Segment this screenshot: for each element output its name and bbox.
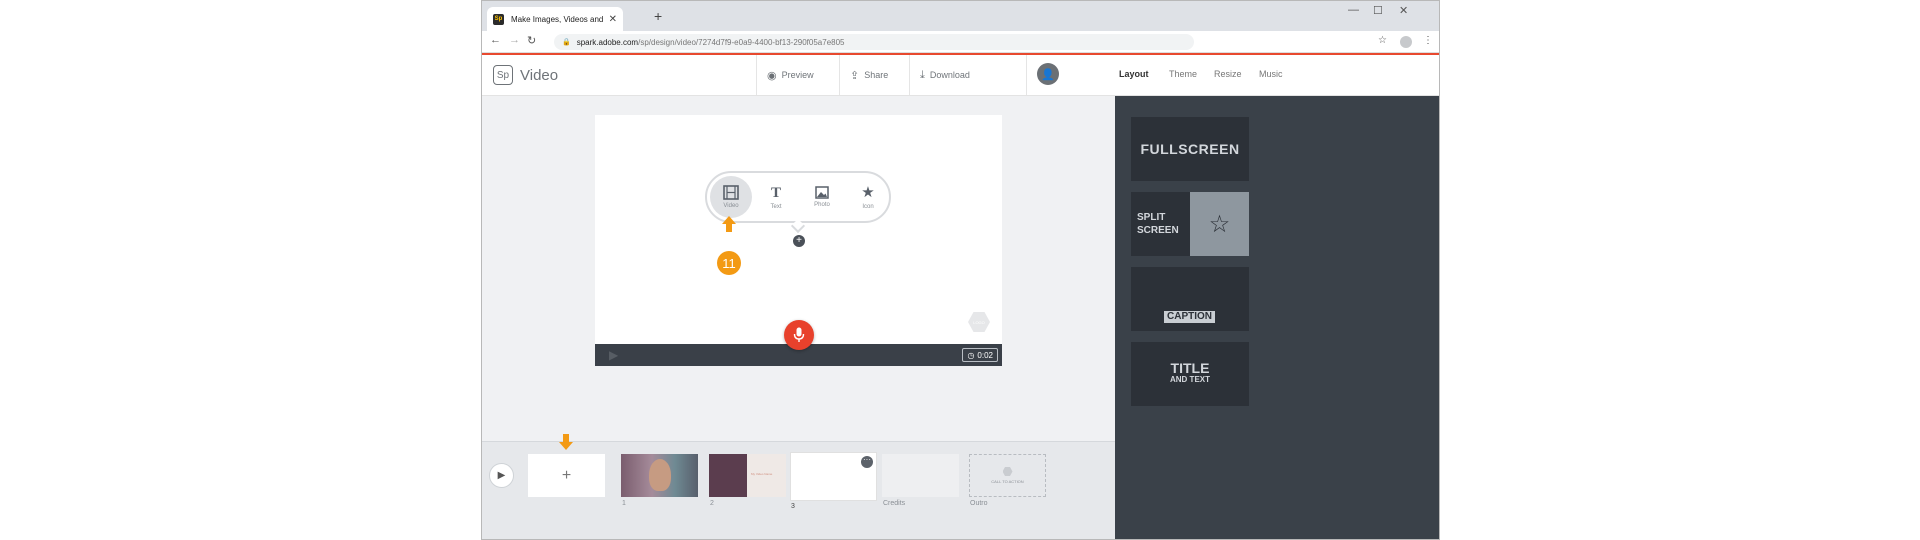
preview-button[interactable]: ◉ Preview [756,55,839,95]
arrow-down-icon [559,434,573,450]
hexagon-logo-icon [1002,467,1013,476]
invite-collaborator-icon[interactable]: 👤 [1037,63,1059,85]
add-photo-option[interactable]: Photo [800,173,844,221]
duration-value: 0:02 [977,350,993,360]
image-icon [815,186,829,199]
bookmark-star-icon[interactable]: ☆ [1378,35,1387,46]
person-photo [649,459,671,491]
browser-tab[interactable]: Sp Make Images, Videos and Web S ✕ [487,7,623,31]
tab-layout[interactable]: Layout [1119,69,1149,79]
slide2-text: My Video Name [751,472,773,476]
split-label-line2: SCREEN [1137,225,1179,236]
tab-title: Make Images, Videos and Web S [511,14,605,24]
lock-icon: 🔒 [562,39,571,46]
download-icon: ⤓ [920,68,925,81]
record-voice-button[interactable] [784,320,814,350]
slide-label-3: 3 [791,503,795,510]
layout-fullscreen[interactable]: FULLSCREEN [1131,117,1249,181]
close-tab-icon[interactable]: ✕ [609,14,617,25]
play-video-button[interactable]: ▶ [489,463,514,488]
minimize-icon[interactable]: — [1348,4,1359,16]
download-label: Download [929,70,970,80]
split-screen-label: SPLIT SCREEN [1137,211,1179,237]
new-tab-icon[interactable]: + [654,9,662,23]
tab-music[interactable]: Music [1259,69,1283,79]
slide-thumbnail-3[interactable]: ··· [790,452,877,501]
slide-label-outro: Outro [970,500,988,507]
slide-label-1: 1 [622,500,626,507]
text-icon: T [770,184,781,201]
profile-avatar[interactable] [1400,36,1412,48]
title-artwork [709,454,747,497]
layout-caption[interactable]: CAPTION [1131,267,1249,331]
play-preview-icon[interactable]: ▶ [609,348,618,362]
address-bar: ← → ↻ 🔒 spark.adobe.com/sp/design/video/… [482,31,1439,53]
logo-watermark: LOGO [968,312,990,332]
spark-logo-icon[interactable]: Sp [493,65,513,85]
layout-split-screen[interactable]: SPLIT SCREEN ☆ [1131,192,1249,256]
favicon-icon: Sp [493,13,504,25]
more-options-icon[interactable]: ··· [861,456,873,468]
and-text-label: AND TEXT [1170,375,1210,384]
slide-thumbnail-2[interactable]: My Video Name [709,454,786,497]
slide-label-credits: Credits [883,500,906,507]
arrow-up-icon [722,216,736,232]
step-number-badge: 11 [717,251,741,275]
share-icon: ⇪ [850,69,860,82]
layout-panel: FULLSCREEN SPLIT SCREEN ☆ CAPTION TITLE … [1115,96,1439,539]
slide-thumbnail-credits[interactable] [882,454,959,497]
add-icon-option[interactable]: ★ Icon [846,173,890,221]
video-option-label: Video [723,203,739,209]
clock-icon: ◷ [967,350,975,360]
back-icon[interactable]: ← [490,34,501,46]
preview-label: Preview [781,70,814,80]
slide-label-2: 2 [710,500,714,507]
slide-thumbnail-1[interactable] [621,454,698,497]
toolbar-divider [1026,55,1027,95]
star-icon: ★ [861,183,875,201]
timeline: ▶ + My Video Name ··· CALL TO ACTION 1 2… [482,434,1115,539]
call-to-action-text: CALL TO ACTION [991,479,1024,484]
app-title: Video [520,67,559,84]
share-label: Share [864,70,889,80]
photo-option-label: Photo [814,202,830,208]
reload-icon[interactable]: ↻ [527,34,536,47]
add-text-option[interactable]: T Text [754,173,798,221]
share-button[interactable]: ⇪ Share [839,55,909,95]
canvas-area: Video T Text Photo ★ Icon + 11 LOGO ▶ ◷ … [482,96,1115,441]
text-option-label: Text [770,203,782,210]
url-field[interactable]: 🔒 spark.adobe.com/sp/design/video/7274d7… [554,34,1194,50]
title-label: TITLE [1170,360,1210,376]
icon-option-label: Icon [862,203,874,210]
microphone-icon [793,327,805,342]
menu-dots-icon[interactable]: ⋮ [1423,35,1433,46]
star-outline-icon: ☆ [1190,192,1249,256]
add-slide-button[interactable]: + [528,454,605,497]
eye-icon: ◉ [767,69,777,82]
url-host: spark.adobe.com [576,37,639,47]
maximize-icon[interactable]: ☐ [1373,4,1383,17]
fullscreen-label: FULLSCREEN [1140,141,1240,157]
add-content-button[interactable]: + [793,235,805,247]
caption-label: CAPTION [1164,311,1215,323]
slide-canvas[interactable]: Video T Text Photo ★ Icon + 11 LOGO [595,115,1002,344]
forward-icon[interactable]: → [509,34,520,46]
layout-title-and-text[interactable]: TITLE AND TEXT [1131,342,1249,406]
app-header: Sp Video ◉ Preview ⇪ Share ⤓ Download 👤 Lay… [482,55,1439,96]
download-button[interactable]: ⤓ Download [909,55,1009,95]
tab-theme[interactable]: Theme [1169,69,1197,79]
split-label-line1: SPLIT [1137,212,1166,223]
slide-thumbnail-outro[interactable]: CALL TO ACTION [969,454,1046,497]
url-path: /sp/design/video/7274d7f9-e0a9-4400-bf13… [638,37,845,47]
film-icon [723,185,739,200]
close-window-icon[interactable]: ✕ [1399,4,1408,17]
tab-resize[interactable]: Resize [1214,69,1242,79]
add-video-option[interactable]: Video [710,176,752,218]
slide-duration[interactable]: ◷ 0:02 [962,348,998,362]
tab-bar: Sp Make Images, Videos and Web S ✕ + — ☐… [482,1,1439,31]
browser-window: Sp Make Images, Videos and Web S ✕ + — ☐… [481,0,1440,540]
